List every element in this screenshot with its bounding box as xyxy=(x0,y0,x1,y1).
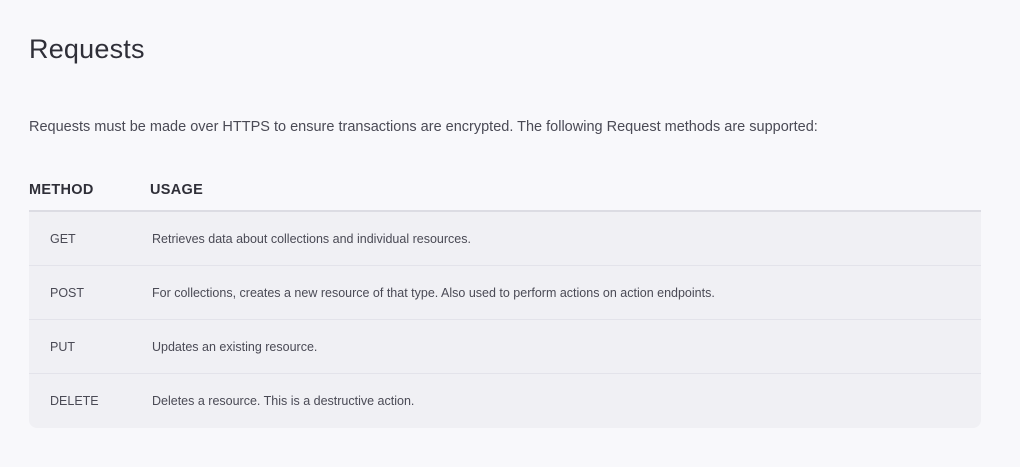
table-row: PUT Updates an existing resource. xyxy=(29,320,981,374)
column-header-method: METHOD xyxy=(29,182,94,198)
column-header-usage: USAGE xyxy=(150,182,204,198)
page-title: Requests xyxy=(29,34,145,64)
method-cell: DELETE xyxy=(50,394,99,408)
method-cell: POST xyxy=(50,285,85,300)
table-header: METHOD USAGE xyxy=(29,170,981,212)
usage-cell: Deletes a resource. This is a destructiv… xyxy=(152,394,415,408)
usage-cell: Retrieves data about collections and ind… xyxy=(152,231,471,246)
table-row: DELETE Deletes a resource. This is a des… xyxy=(29,374,981,428)
methods-table: METHOD USAGE GET Retrieves data about co… xyxy=(29,170,981,428)
usage-cell: For collections, creates a new resource … xyxy=(152,285,715,300)
usage-cell: Updates an existing resource. xyxy=(152,339,318,354)
table-row: POST For collections, creates a new reso… xyxy=(29,266,981,320)
table-body: GET Retrieves data about collections and… xyxy=(29,212,981,428)
method-cell: GET xyxy=(50,231,76,246)
table-row: GET Retrieves data about collections and… xyxy=(29,212,981,266)
intro-text: Requests must be made over HTTPS to ensu… xyxy=(29,119,818,135)
method-cell: PUT xyxy=(50,339,75,354)
requests-section: Requests Requests must be made over HTTP… xyxy=(0,0,1020,467)
